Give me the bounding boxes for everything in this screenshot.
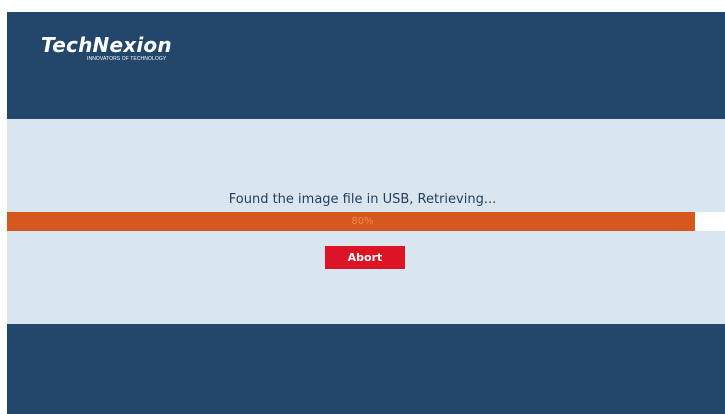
progress-label: 80% — [351, 216, 374, 227]
abort-button[interactable]: Abort — [325, 246, 405, 269]
logo-name: TechNexion — [41, 33, 172, 57]
progress-bar: 80% — [7, 212, 725, 231]
footer-bar — [7, 324, 725, 414]
technexion-logo: TechNexion INNOVATORS OF TECHNOLOGY — [41, 33, 172, 62]
header-bar: TechNexion INNOVATORS OF TECHNOLOGY — [7, 12, 725, 119]
status-message: Found the image file in USB, Retrieving.… — [228, 192, 497, 207]
main-content: Found the image file in USB, Retrieving.… — [7, 119, 725, 324]
logo-tagline: INNOVATORS OF TECHNOLOGY — [87, 56, 167, 62]
installer-screen: TechNexion INNOVATORS OF TECHNOLOGY Foun… — [7, 12, 725, 414]
